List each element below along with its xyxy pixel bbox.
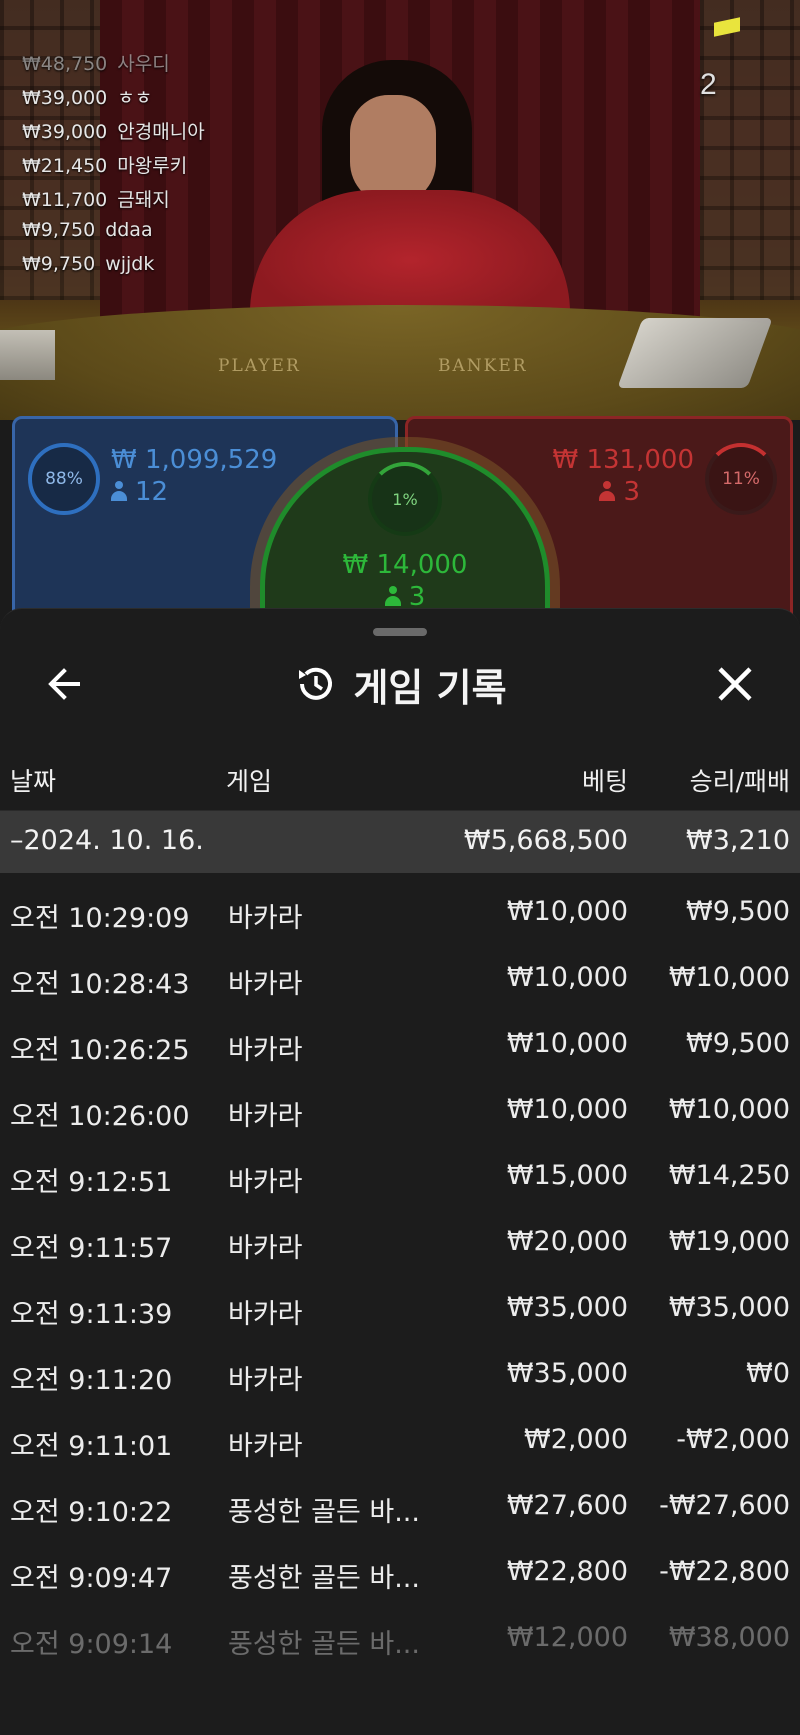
history-table: 오전 10:29:09 바카라 ₩10,000 ₩9,500 오전 10:28:43 바… (0, 880, 800, 1672)
leaderboard-row: ₩48,750 사우디 (22, 53, 170, 75)
round-number: 2 (700, 68, 717, 101)
player-percent-ring: 88% (28, 443, 100, 515)
table-label-player: PLAYER (218, 356, 301, 376)
banker-percent-ring: 11% (705, 443, 777, 515)
leaderboard-row: ₩9,750 wjjdk (22, 253, 155, 275)
column-header-result: 승리/패배 (689, 767, 790, 796)
column-header-game: 게임 (226, 767, 273, 796)
person-icon (111, 481, 127, 501)
person-icon (599, 481, 616, 501)
leaderboard-row: ₩9,750 ddaa (22, 219, 153, 241)
card-shoe (617, 318, 773, 388)
table-row[interactable]: 오전 9:11:39 바카라 ₩35,000 ₩35,000 (0, 1276, 800, 1342)
table-row[interactable]: 오전 9:09:14 풍성한 골든 바... ₩12,000 ₩38,000 (0, 1606, 800, 1672)
close-button[interactable] (710, 659, 760, 709)
history-icon (299, 667, 333, 700)
player-bettor-count: 12 (111, 477, 168, 507)
date-group-label: –2024. 10. 16. (10, 825, 204, 856)
leaderboard-row: ₩39,000 안경매니아 (22, 121, 205, 143)
table-row[interactable]: 오전 9:09:47 풍성한 골든 바... ₩22,800 -₩22,800 (0, 1540, 800, 1606)
table-label-banker: BANKER (438, 356, 528, 376)
tie-total-amount: ₩ 14,000 (342, 550, 468, 580)
sheet-title: 게임 기록 (353, 665, 507, 710)
table-row[interactable]: 오전 9:10:22 풍성한 골든 바... ₩27,600 -₩27,600 (0, 1474, 800, 1540)
column-header-bet: 베팅 (581, 767, 628, 796)
date-group-total-bet: ₩5,668,500 (463, 825, 628, 856)
date-group-row[interactable]: –2024. 10. 16. ₩5,668,500 ₩3,210 (0, 811, 800, 873)
table-row[interactable]: 오전 10:26:00 바카라 ₩10,000 ₩10,000 (0, 1078, 800, 1144)
date-group-total-result: ₩3,210 (686, 825, 790, 856)
discard-stack (0, 330, 55, 380)
table-row[interactable]: 오전 9:11:01 바카라 ₩2,000 -₩2,000 (0, 1408, 800, 1474)
column-header-date: 날짜 (10, 767, 57, 796)
tie-percent-ring: 1% (368, 462, 442, 536)
leaderboard-row: ₩11,700 금돼지 (22, 189, 170, 211)
close-icon (718, 667, 752, 701)
banker-total-amount: ₩ 131,000 (552, 445, 695, 475)
table-row[interactable]: 오전 10:29:09 바카라 ₩10,000 ₩9,500 (0, 880, 800, 946)
banker-bettor-count: 3 (599, 477, 640, 507)
table-row[interactable]: 오전 10:26:25 바카라 ₩10,000 ₩9,500 (0, 1012, 800, 1078)
table-row[interactable]: 오전 9:11:57 바카라 ₩20,000 ₩19,000 (0, 1210, 800, 1276)
player-total-amount: ₩ 1,099,529 (111, 445, 278, 475)
person-icon (384, 586, 401, 606)
winners-leaderboard: ₩48,750 사우디 ₩39,000 ㅎㅎ ₩39,000 안경매니아 ₩21,45… (22, 49, 205, 287)
leaderboard-row: ₩39,000 ㅎㅎ (22, 87, 153, 109)
sheet-header: 게임 기록 (0, 653, 800, 715)
table-row[interactable]: 오전 9:11:20 바카라 ₩35,000 ₩0 (0, 1342, 800, 1408)
dealer-face (350, 95, 436, 205)
leaderboard-row: ₩21,450 마왕루키 (22, 155, 188, 177)
drag-handle[interactable] (373, 628, 427, 636)
table-row[interactable]: 오전 9:12:51 바카라 ₩15,000 ₩14,250 (0, 1144, 800, 1210)
table-row[interactable]: 오전 10:28:43 바카라 ₩10,000 ₩10,000 (0, 946, 800, 1012)
